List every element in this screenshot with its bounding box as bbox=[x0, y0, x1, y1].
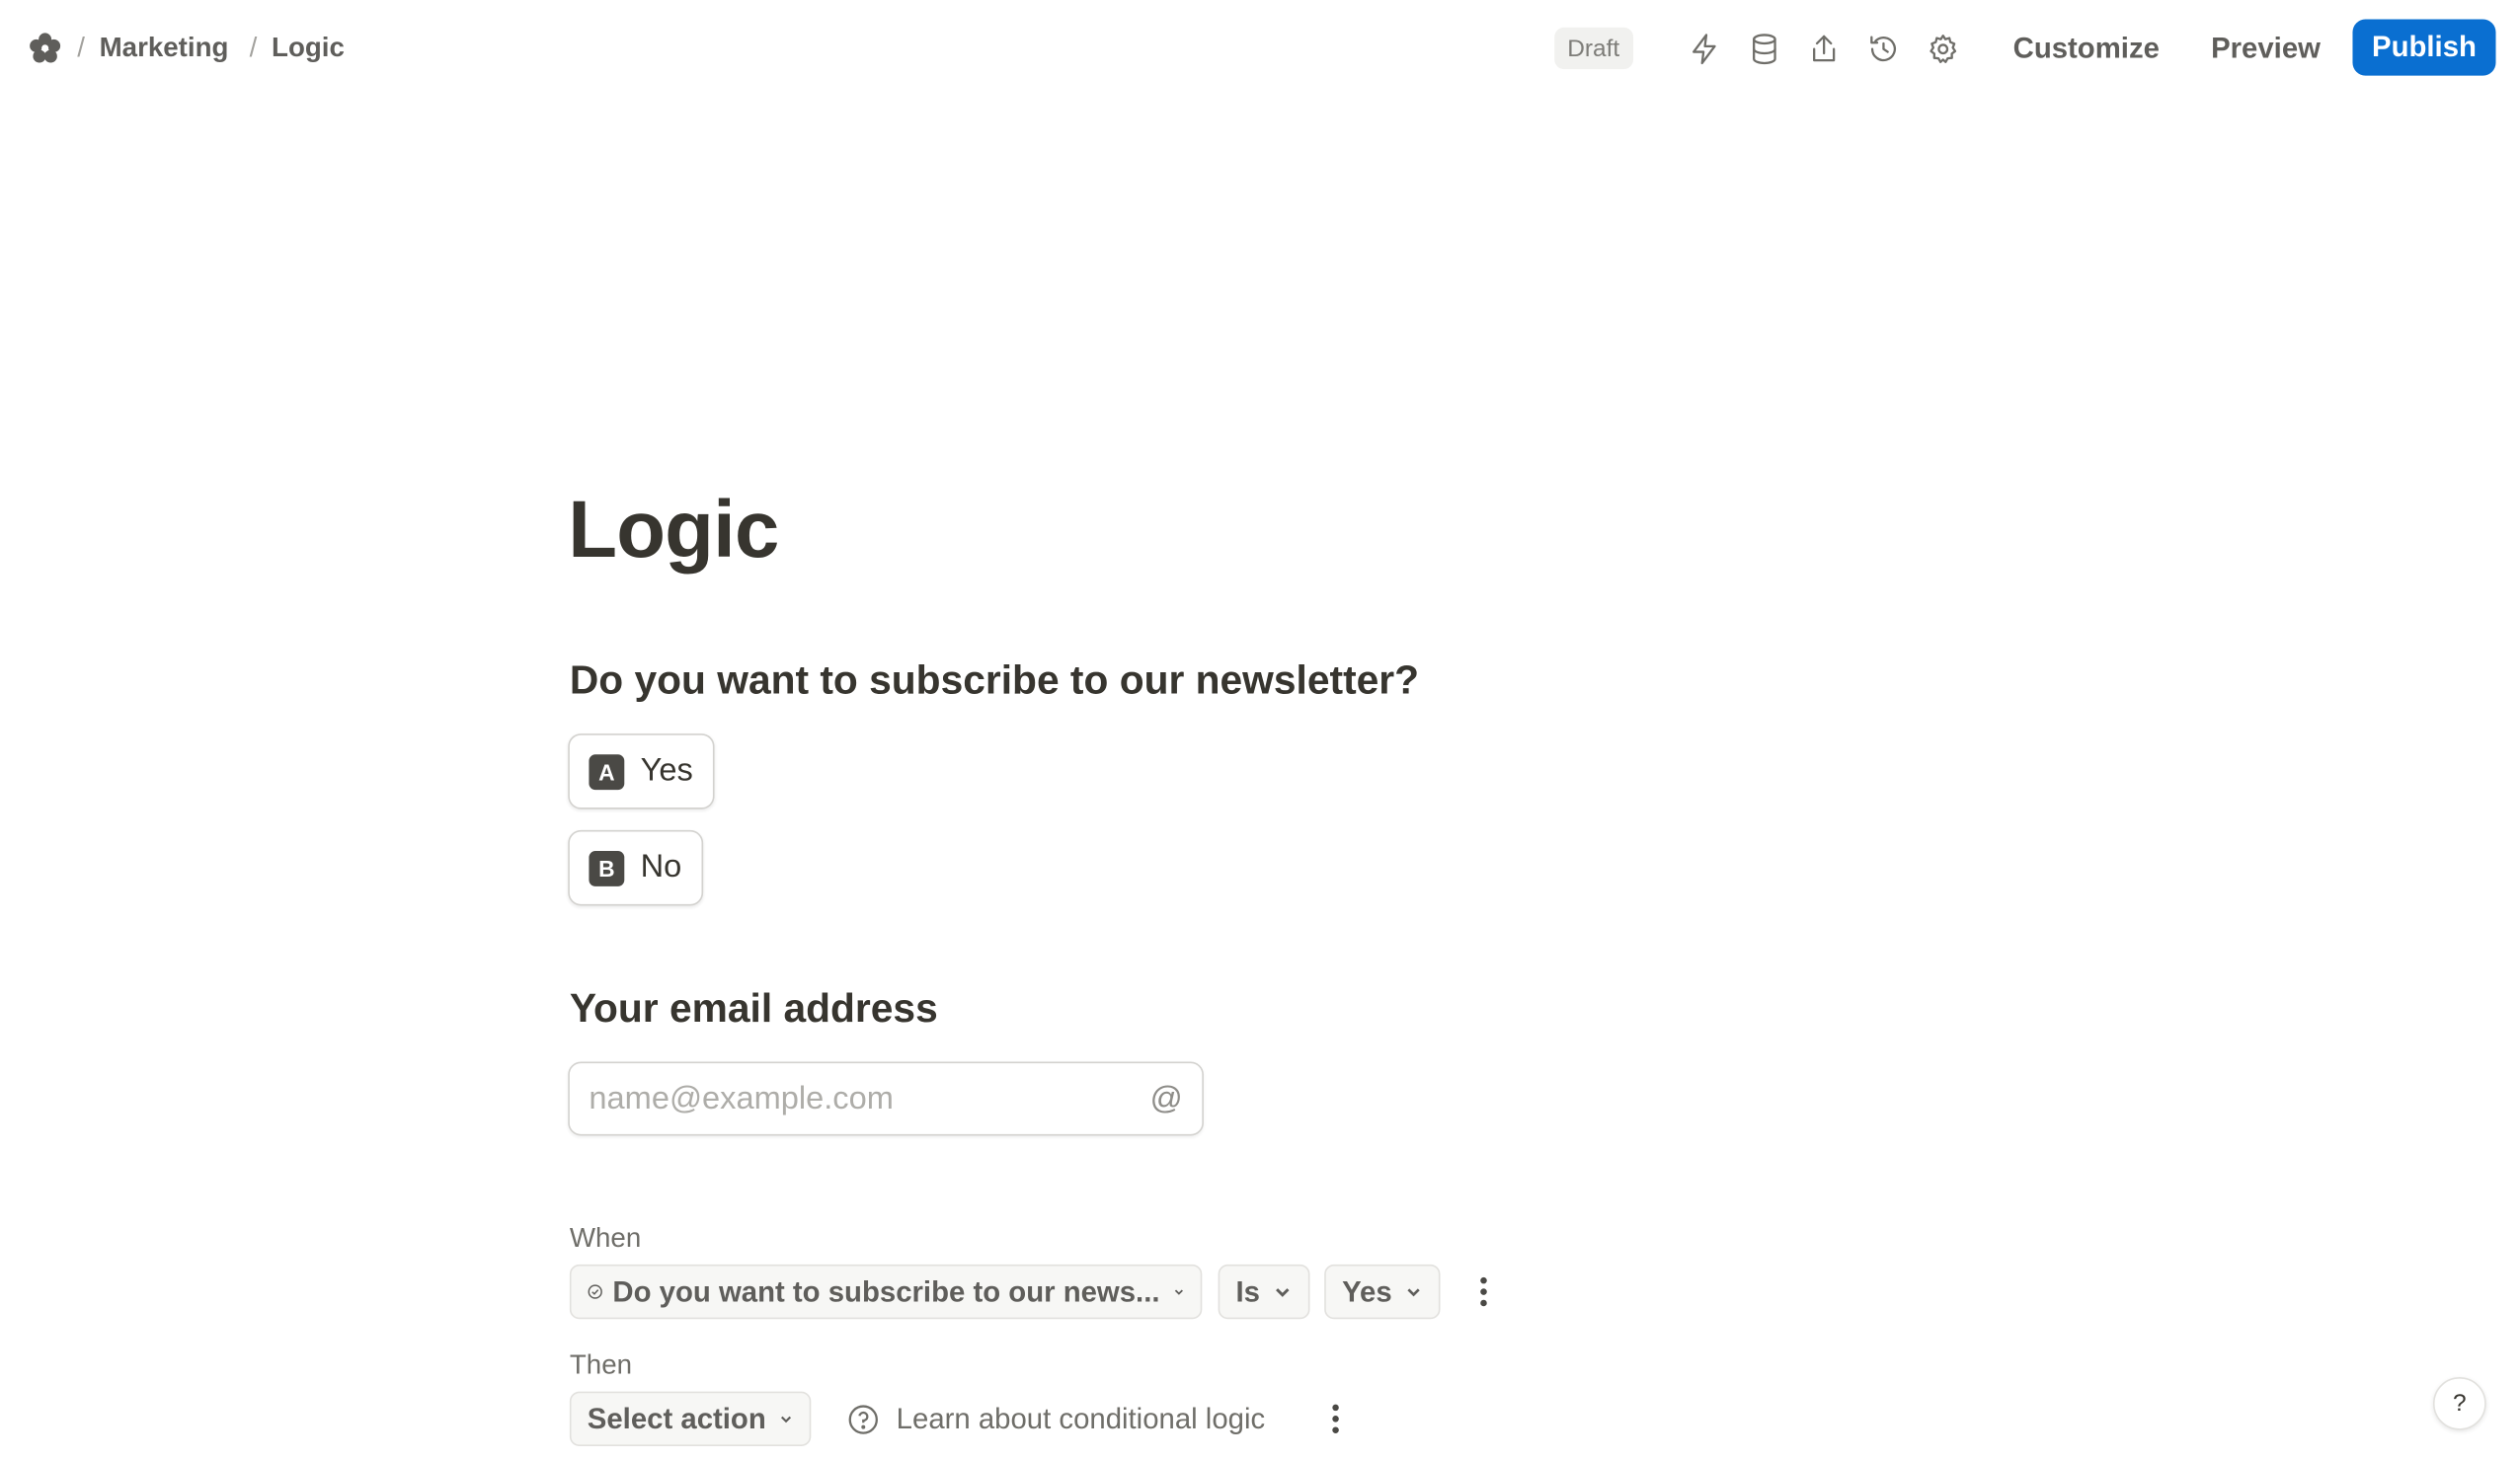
page-title[interactable]: Logic bbox=[568, 483, 779, 577]
condition-operator-label: Is bbox=[1235, 1274, 1261, 1308]
at-sign-icon: @ bbox=[1149, 1080, 1183, 1116]
flower-logo-icon[interactable] bbox=[28, 31, 63, 66]
option-label: No bbox=[640, 849, 682, 885]
condition-operator-select[interactable]: Is bbox=[1218, 1264, 1310, 1320]
select-action-label: Select action bbox=[587, 1402, 766, 1434]
gear-icon[interactable] bbox=[1922, 28, 1963, 69]
database-icon[interactable] bbox=[1743, 28, 1784, 69]
customize-button[interactable]: Customize bbox=[2013, 24, 2160, 72]
publish-button[interactable]: Publish bbox=[2352, 19, 2496, 76]
condition-field-select[interactable]: Do you want to subscribe to our news... bbox=[569, 1264, 1203, 1320]
chevron-down-icon bbox=[1407, 1288, 1420, 1297]
option-key-badge: B bbox=[589, 850, 625, 886]
action-more-menu-icon[interactable] bbox=[1321, 1401, 1350, 1436]
chevron-down-icon bbox=[1276, 1288, 1290, 1297]
status-badge: Draft bbox=[1554, 27, 1633, 70]
question-title-newsletter[interactable]: Do you want to subscribe to our newslett… bbox=[570, 658, 1419, 705]
breadcrumb: / Marketing / Logic bbox=[77, 29, 365, 67]
option-key-badge: A bbox=[589, 753, 625, 790]
email-field-container: @ bbox=[568, 1061, 1204, 1136]
breadcrumb-separator: / bbox=[77, 32, 85, 63]
when-label: When bbox=[569, 1222, 642, 1254]
help-circle-icon bbox=[848, 1404, 878, 1433]
learn-link-label: Learn about conditional logic bbox=[896, 1402, 1266, 1434]
question-title-email[interactable]: Your email address bbox=[570, 986, 938, 1033]
condition-more-menu-icon[interactable] bbox=[1469, 1274, 1498, 1310]
option-label: Yes bbox=[640, 752, 693, 789]
breadcrumb-item-marketing[interactable]: Marketing bbox=[100, 33, 229, 65]
lightning-icon[interactable] bbox=[1684, 28, 1725, 69]
option-no[interactable]: B No bbox=[568, 829, 703, 906]
check-circle-icon bbox=[588, 1284, 602, 1299]
chevron-down-icon bbox=[1174, 1289, 1183, 1295]
select-action-dropdown[interactable]: Select action bbox=[569, 1391, 812, 1447]
breadcrumb-item-logic[interactable]: Logic bbox=[272, 33, 345, 65]
then-label: Then bbox=[569, 1349, 633, 1381]
condition-value-select[interactable]: Yes bbox=[1324, 1264, 1441, 1320]
option-yes[interactable]: A Yes bbox=[568, 733, 714, 809]
top-bar: / Marketing / Logic Draft Customize Prev… bbox=[0, 0, 2520, 97]
share-icon[interactable] bbox=[1802, 28, 1844, 69]
learn-conditional-logic-link[interactable]: Learn about conditional logic bbox=[846, 1400, 1265, 1438]
condition-value-label: Yes bbox=[1342, 1274, 1392, 1308]
condition-field-label: Do you want to subscribe to our news... bbox=[612, 1274, 1160, 1308]
history-icon[interactable] bbox=[1861, 28, 1903, 69]
preview-button[interactable]: Preview bbox=[2211, 24, 2321, 72]
breadcrumb-separator: / bbox=[249, 32, 258, 63]
email-field[interactable] bbox=[589, 1080, 1150, 1117]
help-button[interactable]: ? bbox=[2432, 1376, 2486, 1430]
chevron-down-icon bbox=[781, 1416, 792, 1423]
